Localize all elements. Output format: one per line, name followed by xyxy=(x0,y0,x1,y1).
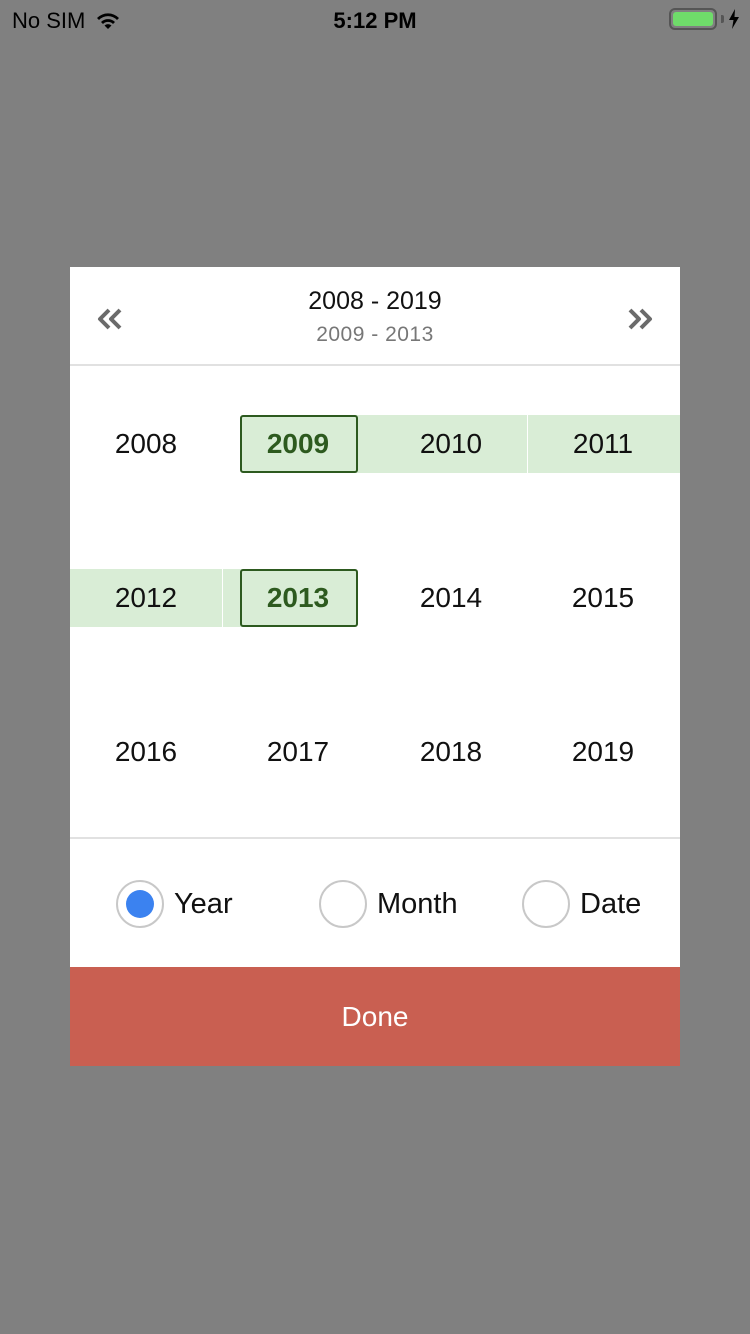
double-chevron-right-icon xyxy=(628,308,652,330)
battery-cap xyxy=(721,15,724,23)
mode-selector: Year Month Date xyxy=(70,837,680,967)
year-cell[interactable]: 2015 xyxy=(527,569,679,627)
year-cell[interactable]: 2012 xyxy=(70,569,222,627)
charging-bolt-icon xyxy=(729,9,739,29)
year-cell[interactable]: 2008 xyxy=(70,415,222,473)
radio-button[interactable] xyxy=(116,880,164,928)
selected-range-label: 2009 - 2013 xyxy=(316,323,434,346)
done-button[interactable]: Done xyxy=(70,967,680,1066)
year-cell[interactable]: 2010 xyxy=(375,415,527,473)
mode-option-year[interactable]: Year xyxy=(116,879,233,929)
mode-option-date[interactable]: Date xyxy=(522,879,641,929)
year-cell[interactable]: 2018 xyxy=(375,723,527,781)
radio-button[interactable] xyxy=(319,880,367,928)
status-time: 5:12 PM xyxy=(333,8,417,33)
battery-icon xyxy=(669,8,717,30)
year-cell[interactable]: 2009 xyxy=(222,415,374,473)
year-grid: 2008 2009 2010 2011 2012 2013 2014 2015 … xyxy=(70,367,680,837)
year-cell[interactable]: 2016 xyxy=(70,723,222,781)
year-cell[interactable]: 2019 xyxy=(527,723,679,781)
year-cell[interactable]: 2013 xyxy=(222,569,374,627)
status-bar: No SIM 5:12 PM xyxy=(0,0,750,40)
mode-label: Date xyxy=(580,887,642,920)
status-right xyxy=(669,8,740,30)
radio-button[interactable] xyxy=(522,880,570,928)
radio-selected-dot xyxy=(126,890,154,918)
mode-label: Month xyxy=(377,887,458,920)
mode-option-month[interactable]: Month xyxy=(319,879,458,929)
next-range-button[interactable] xyxy=(620,299,660,339)
year-cell[interactable]: 2011 xyxy=(527,415,679,473)
year-picker-dialog: 2008 - 2019 2009 - 2013 2008 2009 2010 2… xyxy=(70,267,680,1066)
year-cell[interactable]: 2017 xyxy=(222,723,374,781)
picker-header: 2008 - 2019 2009 - 2013 xyxy=(70,267,680,366)
year-cell[interactable]: 2014 xyxy=(375,569,527,627)
mode-label: Year xyxy=(174,887,233,920)
decade-title: 2008 - 2019 xyxy=(308,287,442,315)
